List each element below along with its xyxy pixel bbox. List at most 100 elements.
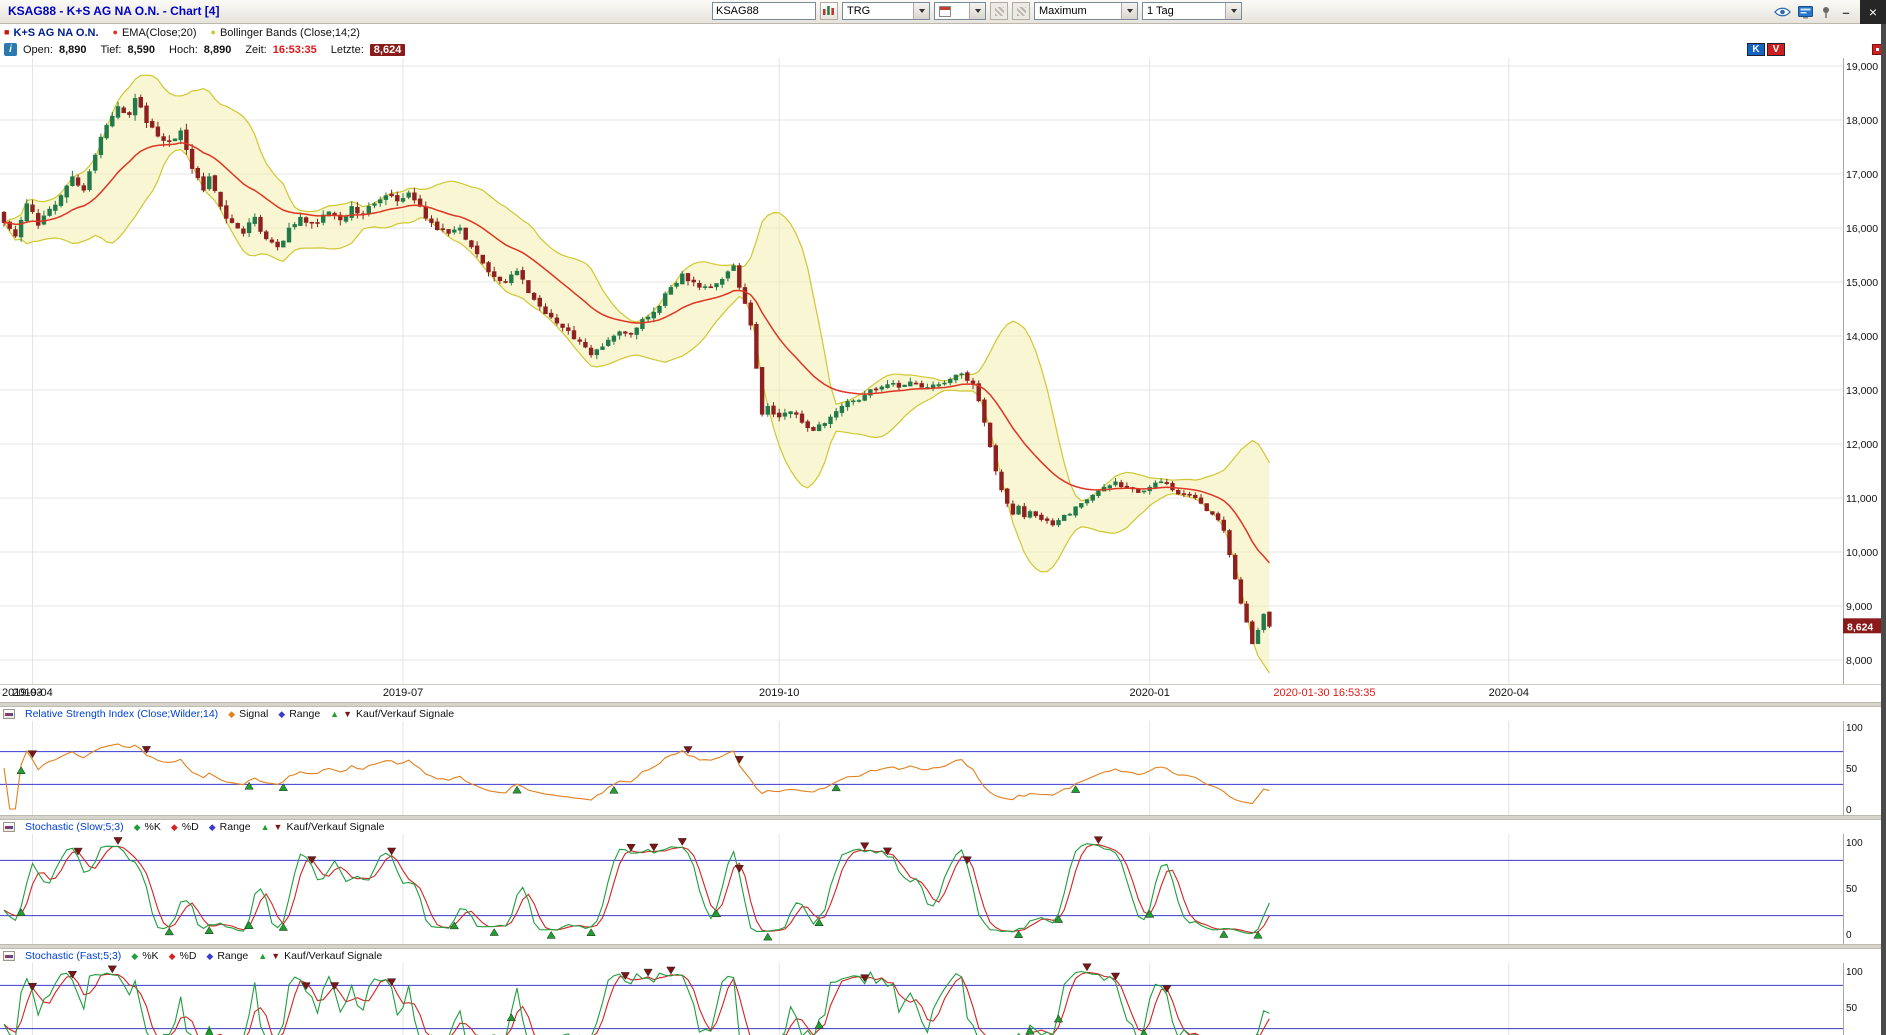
- svg-text:12,000: 12,000: [1846, 439, 1878, 451]
- trg-dropdown-value: TRG: [843, 5, 913, 17]
- legend-item[interactable]: ◆ Range: [278, 708, 320, 720]
- sell-triangle-icon: ▼: [271, 952, 280, 961]
- svg-text:100: 100: [1846, 723, 1863, 734]
- circle-icon: ●: [113, 28, 118, 37]
- low-label: Tief:: [101, 44, 122, 56]
- time-value: 16:53:35: [273, 44, 317, 56]
- period-dropdown-value: 1 Tag: [1143, 5, 1225, 17]
- svg-text:11,000: 11,000: [1846, 493, 1877, 505]
- chart-icon-button[interactable]: [820, 2, 838, 20]
- legend-item-series[interactable]: ■ K+S AG NA O.N.: [4, 27, 99, 39]
- high-label: Hoch:: [169, 44, 198, 56]
- svg-text:100: 100: [1846, 967, 1863, 978]
- legend-item-ema[interactable]: ● EMA(Close;20): [113, 27, 197, 39]
- legend-item[interactable]: ◆ Range: [206, 950, 248, 962]
- window-layout-icon[interactable]: [1798, 6, 1813, 19]
- indicator-icon: [3, 951, 15, 961]
- svg-text:19,000: 19,000: [1846, 61, 1878, 73]
- legend-item-signals[interactable]: ▲ ▼ Kauf/Verkauf Signale: [330, 708, 454, 720]
- legend-label: Range: [217, 950, 248, 962]
- buy-button[interactable]: K: [1747, 43, 1765, 56]
- legend-label: %K: [145, 821, 161, 833]
- pin-icon[interactable]: [1820, 6, 1832, 19]
- legend-item-signals[interactable]: ▲ ▼ Kauf/Verkauf Signale: [258, 950, 382, 962]
- legend-item[interactable]: ◆ %K: [134, 821, 161, 833]
- svg-text:9,000: 9,000: [1846, 601, 1872, 613]
- low-value: 8,590: [128, 44, 156, 56]
- legend-label: Kauf/Verkauf Signale: [356, 708, 454, 720]
- period-dropdown[interactable]: 1 Tag: [1142, 2, 1242, 20]
- indicator-title[interactable]: Stochastic (Fast;5;3): [25, 950, 121, 962]
- indicator-icon: [3, 709, 15, 719]
- order-buttons: K V: [1747, 43, 1785, 56]
- range-dropdown-value: Maximum: [1035, 5, 1121, 17]
- toolbar-controls: TRG Maximum 1 Tag: [712, 2, 1242, 20]
- diamond-icon: ◆: [209, 823, 216, 832]
- legend-label: K+S AG NA O.N.: [13, 27, 98, 39]
- legend-item-bollinger[interactable]: ● Bollinger Bands (Close;14;2): [211, 27, 360, 39]
- rsi-canvas[interactable]: 100500: [0, 721, 1886, 815]
- legend-item-signals[interactable]: ▲ ▼ Kauf/Verkauf Signale: [261, 821, 385, 833]
- disabled-tool-button-2[interactable]: [1012, 2, 1030, 20]
- legend-label: Bollinger Bands (Close;14;2): [220, 27, 360, 39]
- calendar-icon: [939, 6, 951, 17]
- svg-text:16,000: 16,000: [1846, 223, 1878, 235]
- svg-text:0: 0: [1846, 930, 1852, 941]
- sell-button[interactable]: V: [1767, 43, 1785, 56]
- info-icon[interactable]: i: [4, 43, 17, 56]
- stochastic-slow-canvas[interactable]: 100 50 0: [0, 834, 1886, 944]
- main-chart-legend: ■ K+S AG NA O.N. ● EMA(Close;20) ● Bolli…: [0, 24, 1886, 41]
- svg-text:15,000: 15,000: [1846, 277, 1878, 289]
- series-square-icon: ■: [4, 28, 9, 37]
- chevron-down-icon: [1121, 3, 1137, 19]
- legend-item[interactable]: ◆ Range: [209, 821, 251, 833]
- symbol-input[interactable]: [712, 2, 816, 20]
- stochastic-fast-legend: Stochastic (Fast;5;3) ◆ %K ◆ %D ◆ Range …: [0, 949, 1886, 963]
- minimize-icon[interactable]: –: [1839, 5, 1853, 20]
- disabled-tool-button-1[interactable]: [990, 2, 1008, 20]
- buy-triangle-icon: ▲: [330, 710, 339, 719]
- circle-icon: ●: [211, 28, 216, 37]
- diamond-icon: ◆: [169, 952, 176, 961]
- stochastic-fast-canvas[interactable]: 10050: [0, 963, 1886, 1035]
- svg-text:8,624: 8,624: [1847, 621, 1873, 633]
- indicator-icon: [3, 822, 15, 832]
- legend-label: Range: [220, 821, 251, 833]
- toolbar: KSAG88 - K+S AG NA O.N. - Chart [4] TRG …: [0, 0, 1886, 24]
- svg-text:50: 50: [1846, 884, 1858, 895]
- range-dropdown[interactable]: Maximum: [1034, 2, 1138, 20]
- calendar-dropdown[interactable]: [934, 2, 986, 20]
- diamond-icon: ◆: [171, 823, 178, 832]
- indicator-title[interactable]: Stochastic (Slow;5;3): [25, 821, 124, 833]
- time-axis-label: 2019-07: [378, 687, 428, 699]
- time-label: Zeit:: [245, 44, 266, 56]
- window-title: KSAG88 - K+S AG NA O.N. - Chart [4]: [8, 4, 219, 18]
- legend-item[interactable]: ◆ %D: [171, 821, 199, 833]
- quote-bar: i Open: 8,890 Tief: 8,590 Hoch: 8,890 Ze…: [0, 41, 1886, 58]
- close-icon[interactable]: ×: [1860, 0, 1886, 24]
- rsi-legend: Relative Strength Index (Close;Wilder;14…: [0, 707, 1886, 721]
- time-axis-label: 2019-04: [8, 687, 58, 699]
- stochastic-slow-legend: Stochastic (Slow;5;3) ◆ %K ◆ %D ◆ Range …: [0, 820, 1886, 834]
- window-controls: – ×: [1774, 0, 1886, 24]
- legend-label: Kauf/Verkauf Signale: [286, 821, 384, 833]
- last-label: Letzte:: [331, 44, 364, 56]
- svg-text:13,000: 13,000: [1846, 385, 1878, 397]
- legend-label: Range: [289, 708, 320, 720]
- legend-label: EMA(Close;20): [122, 27, 197, 39]
- legend-item[interactable]: ◆ Signal: [228, 708, 268, 720]
- trg-dropdown[interactable]: TRG: [842, 2, 930, 20]
- time-cursor-label: 2020-01-30 16:53:35: [1273, 687, 1375, 699]
- legend-item[interactable]: ◆ %K: [131, 950, 158, 962]
- svg-text:50: 50: [1846, 764, 1858, 775]
- eye-icon[interactable]: [1774, 6, 1791, 18]
- open-value: 8,890: [59, 44, 87, 56]
- diamond-icon: ◆: [228, 710, 235, 719]
- chevron-down-icon: [969, 3, 985, 19]
- last-price-badge: 8,624: [370, 44, 406, 56]
- svg-text:100: 100: [1846, 838, 1863, 849]
- price-chart-canvas[interactable]: 8,0009,00010,00011,00012,00013,00014,000…: [0, 58, 1886, 684]
- indicator-title[interactable]: Relative Strength Index (Close;Wilder;14…: [25, 708, 218, 720]
- legend-label: %D: [179, 950, 196, 962]
- legend-item[interactable]: ◆ %D: [169, 950, 197, 962]
